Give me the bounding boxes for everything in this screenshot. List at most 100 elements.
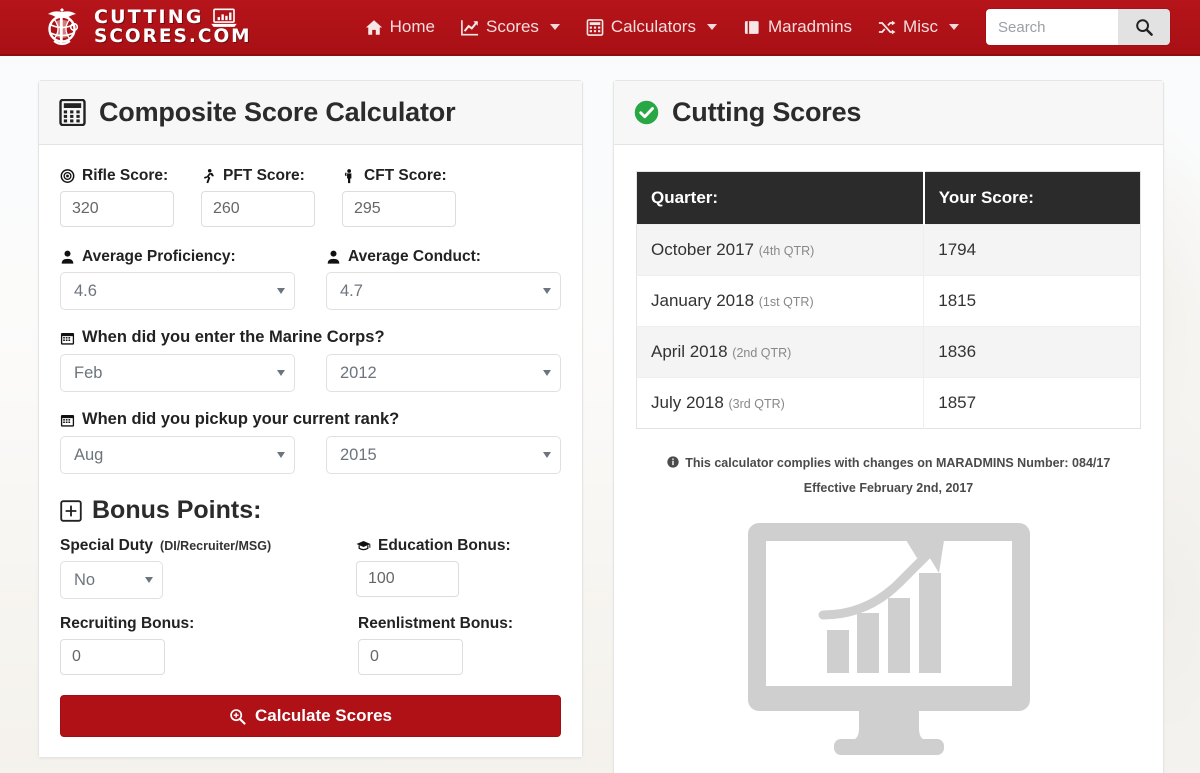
calculator-icon (586, 18, 604, 36)
quarter-ordinal: (4th QTR) (758, 244, 815, 258)
cutting-scores-column: Cutting Scores Quarter: Your Score: Octo… (613, 80, 1164, 773)
page-container: Composite Score Calculator Rifle Score: (0, 56, 1200, 773)
search-button[interactable] (1118, 9, 1170, 45)
nav-label: Misc (903, 17, 938, 36)
fitness-icon (344, 169, 352, 184)
bonus-points-heading: Bonus Points: (60, 496, 561, 525)
quarter-cell: April 2018 (2nd QTR) (636, 326, 925, 378)
average-conduct-select[interactable]: 4.7 (326, 272, 561, 310)
averages-row: Average Proficiency: 4.6 Average Conduct… (60, 248, 561, 310)
label-text: When did you pickup your current rank? (82, 410, 400, 428)
label-text: CFT Score: (364, 167, 447, 184)
usmc-eagle-globe-anchor-icon (48, 8, 79, 46)
nav-item-scores[interactable]: Scores (448, 9, 573, 45)
brand-line-2: SCORES.COM (94, 25, 252, 47)
chart-line-icon (461, 19, 479, 36)
label-text: When did you enter the Marine Corps? (82, 328, 385, 346)
column-header-quarter: Quarter: (636, 171, 925, 225)
average-conduct-field: Average Conduct: 4.7 (326, 248, 561, 310)
check-circle-icon (634, 100, 659, 125)
average-proficiency-label: Average Proficiency: (60, 248, 295, 266)
nav-item-calculators[interactable]: Calculators (573, 9, 730, 45)
cutting-scores-title: Cutting Scores (672, 97, 862, 127)
chevron-down-icon (706, 24, 717, 30)
table-row: January 2018 (1st QTR) 1815 (636, 275, 1141, 327)
notice-text-1: This calculator complies with changes on… (685, 456, 1111, 470)
rank-year-select[interactable]: 2015 (326, 436, 561, 474)
table-header-row: Quarter: Your Score: (636, 171, 1141, 225)
average-proficiency-select[interactable]: 4.6 (60, 272, 295, 310)
nav-label: Scores (485, 17, 539, 36)
rifle-score-label: Rifle Score: (60, 167, 174, 185)
calculator-card: Composite Score Calculator Rifle Score: (38, 80, 583, 758)
cft-score-field: CFT Score: (342, 167, 456, 227)
rank-month-select[interactable]: Aug (60, 436, 295, 474)
recruiting-bonus-label: Recruiting Bonus: (60, 615, 194, 633)
rifle-score-input[interactable] (60, 191, 174, 227)
quarter-ordinal: (1st QTR) (758, 295, 814, 309)
notice-line-2: Effective February 2nd, 2017 (803, 481, 974, 495)
label-text: PFT Score: (223, 167, 305, 184)
target-icon (60, 169, 75, 183)
calendar-icon (60, 332, 75, 345)
score-cell: 1857 (923, 377, 1141, 429)
entry-date-label: When did you enter the Marine Corps? (60, 328, 561, 347)
nav-label: Home (389, 17, 435, 36)
laptop-chart-icon (210, 8, 237, 27)
cft-score-input[interactable] (342, 191, 456, 227)
pft-score-input[interactable] (201, 191, 315, 227)
table-header: Quarter: Your Score: (636, 171, 1141, 225)
nav-label: Calculators (610, 17, 696, 36)
user-icon (61, 250, 74, 264)
pft-score-label: PFT Score: (201, 167, 315, 185)
plus-square-icon (60, 499, 82, 522)
recruiting-bonus-field: Recruiting Bonus: (60, 615, 194, 675)
site-logo[interactable]: CUTTING SCORES.COM (40, 5, 252, 49)
quarter-ordinal: (2nd QTR) (732, 346, 792, 360)
nav-item-misc[interactable]: Misc (865, 9, 972, 45)
education-bonus-input[interactable] (356, 561, 459, 597)
notice-line-1: This calculator complies with changes on… (636, 451, 1141, 476)
quarter-cell: July 2018 (3rd QTR) (636, 377, 925, 429)
cutting-scores-body: Quarter: Your Score: October 2017 (4th Q… (614, 145, 1163, 773)
monitor-bar-chart-growth-icon (747, 523, 1030, 755)
calendar-icon (60, 414, 75, 427)
label-text: Special Duty (60, 537, 154, 554)
home-icon (365, 19, 382, 35)
education-bonus-field: Education Bonus: (356, 537, 511, 599)
average-proficiency-field: Average Proficiency: 4.6 (60, 248, 295, 310)
special-duty-label: Special Duty (DI/Recruiter/MSG) (60, 537, 271, 555)
rifle-score-field: Rifle Score: (60, 167, 174, 227)
nav-item-home[interactable]: Home (352, 9, 448, 45)
label-text: Average Proficiency: (82, 248, 236, 265)
calculate-scores-button[interactable]: Calculate Scores (60, 695, 561, 737)
top-navbar: CUTTING SCORES.COM Home Scores Calculato… (0, 0, 1200, 56)
average-conduct-label: Average Conduct: (326, 248, 561, 266)
search-input[interactable] (986, 9, 1118, 45)
label-text: Average Conduct: (348, 248, 481, 265)
reenlistment-bonus-label: Reenlistment Bonus: (358, 615, 513, 633)
table-body: October 2017 (4th QTR) 1794 January 2018… (636, 224, 1141, 429)
entry-month-select[interactable]: Feb (60, 354, 295, 392)
nav-item-maradmins[interactable]: Maradmins (730, 9, 865, 45)
score-cell: 1836 (923, 326, 1141, 378)
score-cell: 1794 (923, 224, 1141, 276)
user-icon (327, 250, 340, 264)
maradmins-notice: This calculator complies with changes on… (636, 451, 1141, 501)
cutting-scores-card-header: Cutting Scores (614, 81, 1163, 145)
calculator-column: Composite Score Calculator Rifle Score: (38, 80, 583, 773)
search-icon (1136, 19, 1153, 36)
quarter-name: October 2017 (651, 240, 755, 259)
reenlistment-bonus-input[interactable] (358, 639, 463, 675)
quarter-name: July 2018 (651, 393, 724, 412)
quarter-ordinal: (3rd QTR) (728, 397, 785, 411)
recruiting-bonus-input[interactable] (60, 639, 165, 675)
entry-year-select[interactable]: 2012 (326, 354, 561, 392)
special-duty-select[interactable]: No (60, 561, 163, 599)
quarter-cell: January 2018 (1st QTR) (636, 275, 925, 327)
label-text: Education Bonus: (378, 537, 511, 554)
rank-date-group: When did you pickup your current rank? A… (60, 410, 561, 474)
bonus-row-2: Recruiting Bonus: Reenlistment Bonus: (60, 615, 561, 675)
calculator-card-header: Composite Score Calculator (39, 81, 582, 145)
reenlistment-bonus-field: Reenlistment Bonus: (358, 615, 513, 675)
